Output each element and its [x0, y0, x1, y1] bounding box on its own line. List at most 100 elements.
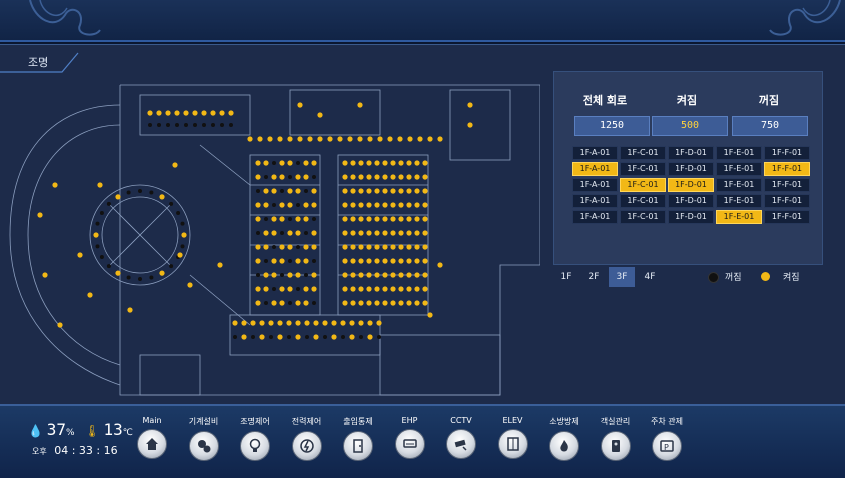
circuit-cell[interactable]: 1F-A-01 [572, 146, 618, 160]
power-button[interactable] [291, 431, 322, 461]
circuit-cell[interactable]: 1F-C-01 [620, 210, 666, 224]
nav-item-parking[interactable]: 주차 관제 P [639, 416, 695, 461]
light-on-marker [147, 110, 153, 116]
circuit-cell[interactable]: 1F-E-01 [716, 162, 762, 176]
light-on-marker [287, 188, 293, 194]
room-key-button[interactable] [600, 431, 631, 461]
nav-item-room-key[interactable]: 객실관리 [588, 416, 644, 461]
fire-button[interactable] [549, 431, 579, 461]
light-on-marker [398, 188, 404, 194]
circuit-cell[interactable]: 1F-D-01 [668, 178, 714, 192]
circuit-cell[interactable]: 1F-E-01 [716, 146, 762, 160]
bulb-button[interactable] [240, 431, 270, 461]
light-on-marker [297, 102, 303, 108]
light-on-marker [406, 230, 412, 236]
circuit-cell[interactable]: 1F-D-01 [668, 194, 714, 208]
light-on-marker [422, 230, 428, 236]
gears-button[interactable] [188, 431, 219, 461]
nav-item-fire[interactable]: 소방방제 [536, 416, 592, 461]
light-on-marker [77, 252, 83, 258]
nav-item-elevator[interactable]: ELEV [485, 416, 541, 459]
light-on-marker [437, 262, 443, 268]
door-button[interactable] [343, 431, 373, 461]
parking-button[interactable]: P [652, 431, 682, 461]
circuit-cell[interactable]: 1F-A-01 [572, 210, 618, 224]
tab-floor-3f[interactable]: 3F [609, 267, 635, 287]
light-on-marker [279, 300, 285, 306]
circuit-cell[interactable]: 1F-A-01 [572, 194, 618, 208]
circuit-cell[interactable]: 1F-E-01 [716, 194, 762, 208]
light-on-marker [350, 202, 356, 208]
light-on-marker [358, 320, 364, 326]
circuit-cell[interactable]: 1F-D-01 [668, 210, 714, 224]
light-on-marker [366, 216, 372, 222]
light-on-marker [255, 258, 261, 264]
light-on-marker [358, 258, 364, 264]
nav-item-home[interactable]: Main [124, 416, 180, 459]
light-on-marker [414, 230, 420, 236]
light-on-marker [342, 272, 348, 278]
light-on-marker [350, 216, 356, 222]
light-on-marker [271, 272, 277, 278]
circuit-cell[interactable]: 1F-C-01 [620, 178, 666, 192]
circuit-cell[interactable]: 1F-A-01 [572, 178, 618, 192]
tab-floor-1f[interactable]: 1F [553, 267, 579, 287]
circuit-cell[interactable]: 1F-F-01 [764, 194, 810, 208]
light-on-marker [387, 136, 393, 142]
nav-item-power[interactable]: 전력제어 [279, 416, 335, 461]
circuit-cell[interactable]: 1F-D-01 [668, 162, 714, 176]
light-markers [37, 102, 473, 340]
circuit-cell[interactable]: 1F-F-01 [764, 178, 810, 192]
circuit-cell[interactable]: 1F-F-01 [764, 210, 810, 224]
nav-label: EHP [401, 416, 418, 425]
light-on-marker [187, 282, 193, 288]
nav-label: 전력제어 [291, 417, 322, 426]
clock: 오후 04 : 33 : 16 [32, 444, 118, 457]
circuit-cell[interactable]: 1F-F-01 [764, 162, 810, 176]
aircon-button[interactable] [394, 429, 425, 459]
light-on-marker [277, 320, 283, 326]
light-off-marker [280, 273, 284, 277]
light-off-marker [288, 301, 292, 305]
light-on-marker [259, 334, 265, 340]
light-on-marker [382, 202, 388, 208]
light-on-marker [331, 334, 337, 340]
light-on-marker [286, 320, 292, 326]
nav-item-bulb[interactable]: 조명제어 [227, 416, 283, 461]
legend-on-label: 켜짐 [783, 273, 800, 283]
light-off-marker [256, 189, 260, 193]
light-on-marker [295, 320, 301, 326]
nav-item-aircon[interactable]: EHP [382, 416, 438, 459]
circuit-cell[interactable]: 1F-C-01 [620, 162, 666, 176]
nav-item-gears[interactable]: 기계설비 [176, 416, 232, 461]
light-on-marker [303, 202, 309, 208]
light-on-marker [263, 286, 269, 292]
elevator-button[interactable] [497, 429, 528, 459]
tab-floor-4f[interactable]: 4F [637, 267, 663, 287]
circuit-cell[interactable]: 1F-F-01 [764, 146, 810, 160]
home-button[interactable] [137, 429, 167, 459]
light-on-marker [398, 258, 404, 264]
circuit-cell[interactable]: 1F-A-01 [572, 162, 618, 176]
circuit-cell[interactable]: 1F-E-01 [716, 210, 762, 224]
light-on-marker [366, 244, 372, 250]
cctv-button[interactable] [446, 429, 476, 459]
light-off-marker [305, 335, 309, 339]
light-on-marker [390, 230, 396, 236]
light-on-marker [374, 216, 380, 222]
light-on-marker [181, 232, 187, 238]
light-on-marker [398, 286, 404, 292]
circuit-cell[interactable]: 1F-C-01 [620, 194, 666, 208]
circuit-cell[interactable]: 1F-E-01 [716, 178, 762, 192]
circuit-cell[interactable]: 1F-D-01 [668, 146, 714, 160]
elevator-icon [506, 437, 519, 451]
tab-floor-2f[interactable]: 2F [581, 267, 607, 287]
light-on-marker [374, 286, 380, 292]
nav-item-cctv[interactable]: CCTV [433, 416, 489, 459]
circuit-cell[interactable]: 1F-C-01 [620, 146, 666, 160]
room-key-icon [611, 440, 620, 452]
nav-item-door[interactable]: 출입통제 [330, 416, 386, 461]
light-on-marker [255, 202, 261, 208]
light-on-marker [342, 258, 348, 264]
light-on-marker [422, 202, 428, 208]
